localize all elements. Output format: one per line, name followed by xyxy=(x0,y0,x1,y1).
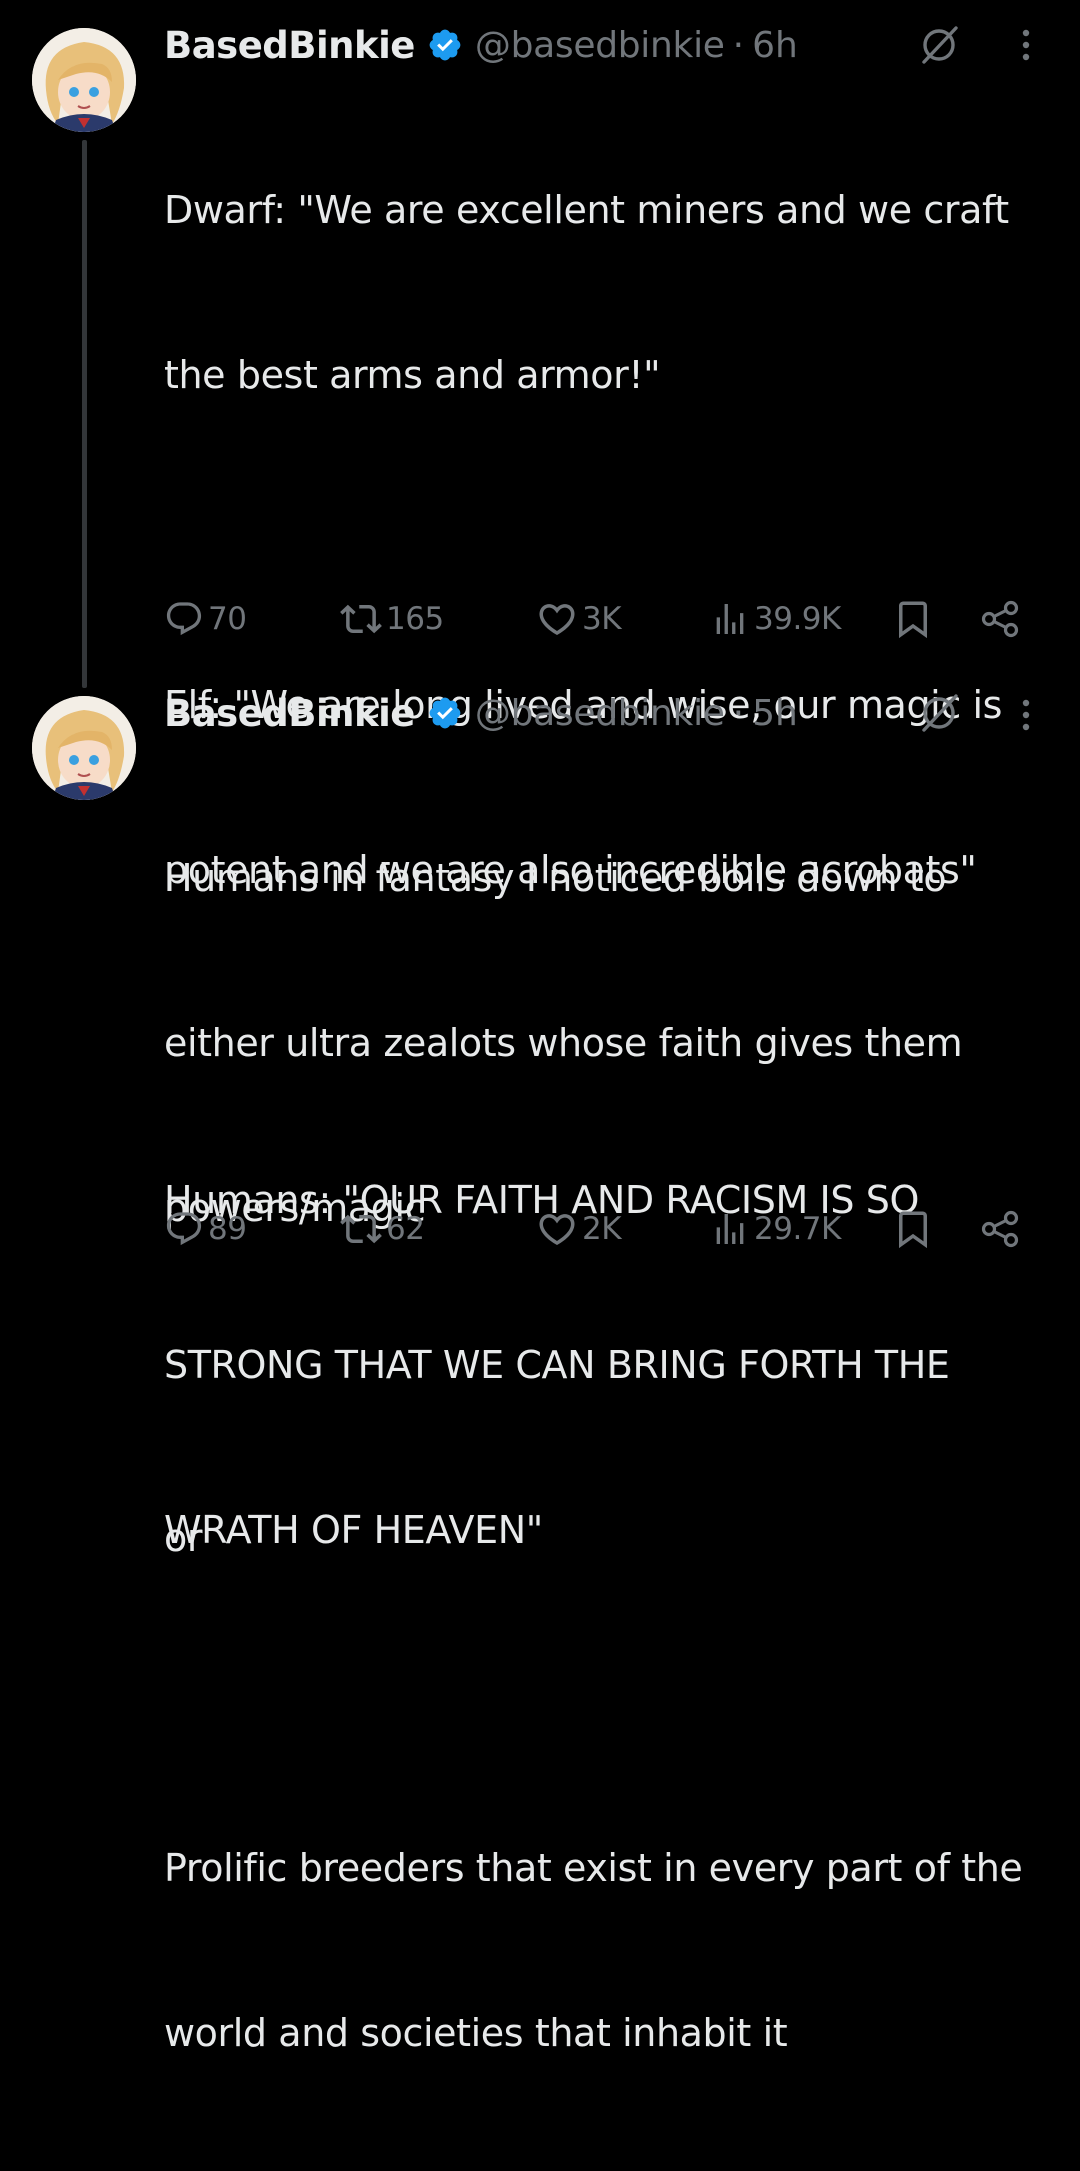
text-line: the best arms and armor!" xyxy=(164,353,661,397)
reply-icon xyxy=(166,1212,202,1246)
repost-button[interactable]: 62 xyxy=(340,1206,425,1252)
grok-icon[interactable] xyxy=(916,690,962,736)
verified-badge-icon xyxy=(429,697,461,729)
author-name[interactable]: BasedBinkie xyxy=(164,692,415,735)
share-icon xyxy=(981,1210,1019,1248)
bookmark-button[interactable] xyxy=(892,1206,934,1252)
text-line: or xyxy=(164,1516,203,1560)
bookmark-icon xyxy=(899,1211,927,1249)
author-name[interactable]: BasedBinkie xyxy=(164,24,415,67)
reply-icon xyxy=(166,602,202,636)
share-icon xyxy=(981,600,1019,638)
reply-button[interactable]: 89 xyxy=(164,1206,247,1252)
more-options-icon[interactable] xyxy=(1014,22,1038,68)
views-button[interactable]: 39.9K xyxy=(710,596,841,642)
like-button[interactable]: 2K xyxy=(536,1206,622,1252)
repost-icon xyxy=(340,1214,382,1244)
action-bar: 70 165 3K 39.9K xyxy=(164,596,1044,642)
bookmark-button[interactable] xyxy=(892,596,934,642)
author-handle[interactable]: @basedbinkie xyxy=(475,25,725,66)
views-button[interactable]: 29.7K xyxy=(710,1206,841,1252)
like-icon xyxy=(539,1214,575,1246)
separator-dot: · xyxy=(732,24,745,66)
views-count: 29.7K xyxy=(754,1211,841,1247)
bookmark-icon xyxy=(899,601,927,639)
separator-dot: · xyxy=(732,692,745,734)
views-icon xyxy=(716,1214,744,1244)
reply-button[interactable]: 70 xyxy=(164,596,247,642)
timestamp[interactable]: 6h xyxy=(752,25,798,66)
views-icon xyxy=(716,604,744,634)
tweet-text: Humans in fantasy I noticed boils down t… xyxy=(164,741,1044,2171)
like-count: 3K xyxy=(582,601,622,637)
text-line: Humans in fantasy I noticed boils down t… xyxy=(164,856,947,900)
thread-connector-line xyxy=(82,140,87,688)
verified-badge-icon xyxy=(429,29,461,61)
avatar[interactable] xyxy=(32,28,136,132)
text-line xyxy=(164,1676,1044,1731)
repost-icon xyxy=(340,604,382,634)
grok-icon[interactable] xyxy=(916,22,962,68)
text-line xyxy=(164,1346,1044,1401)
share-button[interactable] xyxy=(980,1206,1022,1252)
like-button[interactable]: 3K xyxy=(536,596,622,642)
avatar[interactable] xyxy=(32,696,136,800)
like-icon xyxy=(539,604,575,636)
repost-button[interactable]: 165 xyxy=(340,596,444,642)
text-line: Dwarf: "We are excellent miners and we c… xyxy=(164,188,1009,232)
share-button[interactable] xyxy=(980,596,1022,642)
reply-count: 70 xyxy=(208,601,247,637)
tweet-header: BasedBinkie @basedbinkie · 6h xyxy=(164,20,798,70)
tweet-header: BasedBinkie @basedbinkie · 5h xyxy=(164,688,798,738)
action-bar: 89 62 2K 29.7K xyxy=(164,1206,1044,1252)
views-count: 39.9K xyxy=(754,601,841,637)
text-line xyxy=(164,513,1044,568)
like-count: 2K xyxy=(582,1211,622,1247)
repost-count: 62 xyxy=(386,1211,425,1247)
timestamp[interactable]: 5h xyxy=(752,693,798,734)
text-line: either ultra zealots whose faith gives t… xyxy=(164,1021,963,1065)
author-handle[interactable]: @basedbinkie xyxy=(475,693,725,734)
more-options-icon[interactable] xyxy=(1014,692,1038,738)
reply-count: 89 xyxy=(208,1211,247,1247)
text-line: Prolific breeders that exist in every pa… xyxy=(164,1846,1023,1890)
text-line: world and societies that inhabit it xyxy=(164,2011,788,2055)
repost-count: 165 xyxy=(386,601,444,637)
